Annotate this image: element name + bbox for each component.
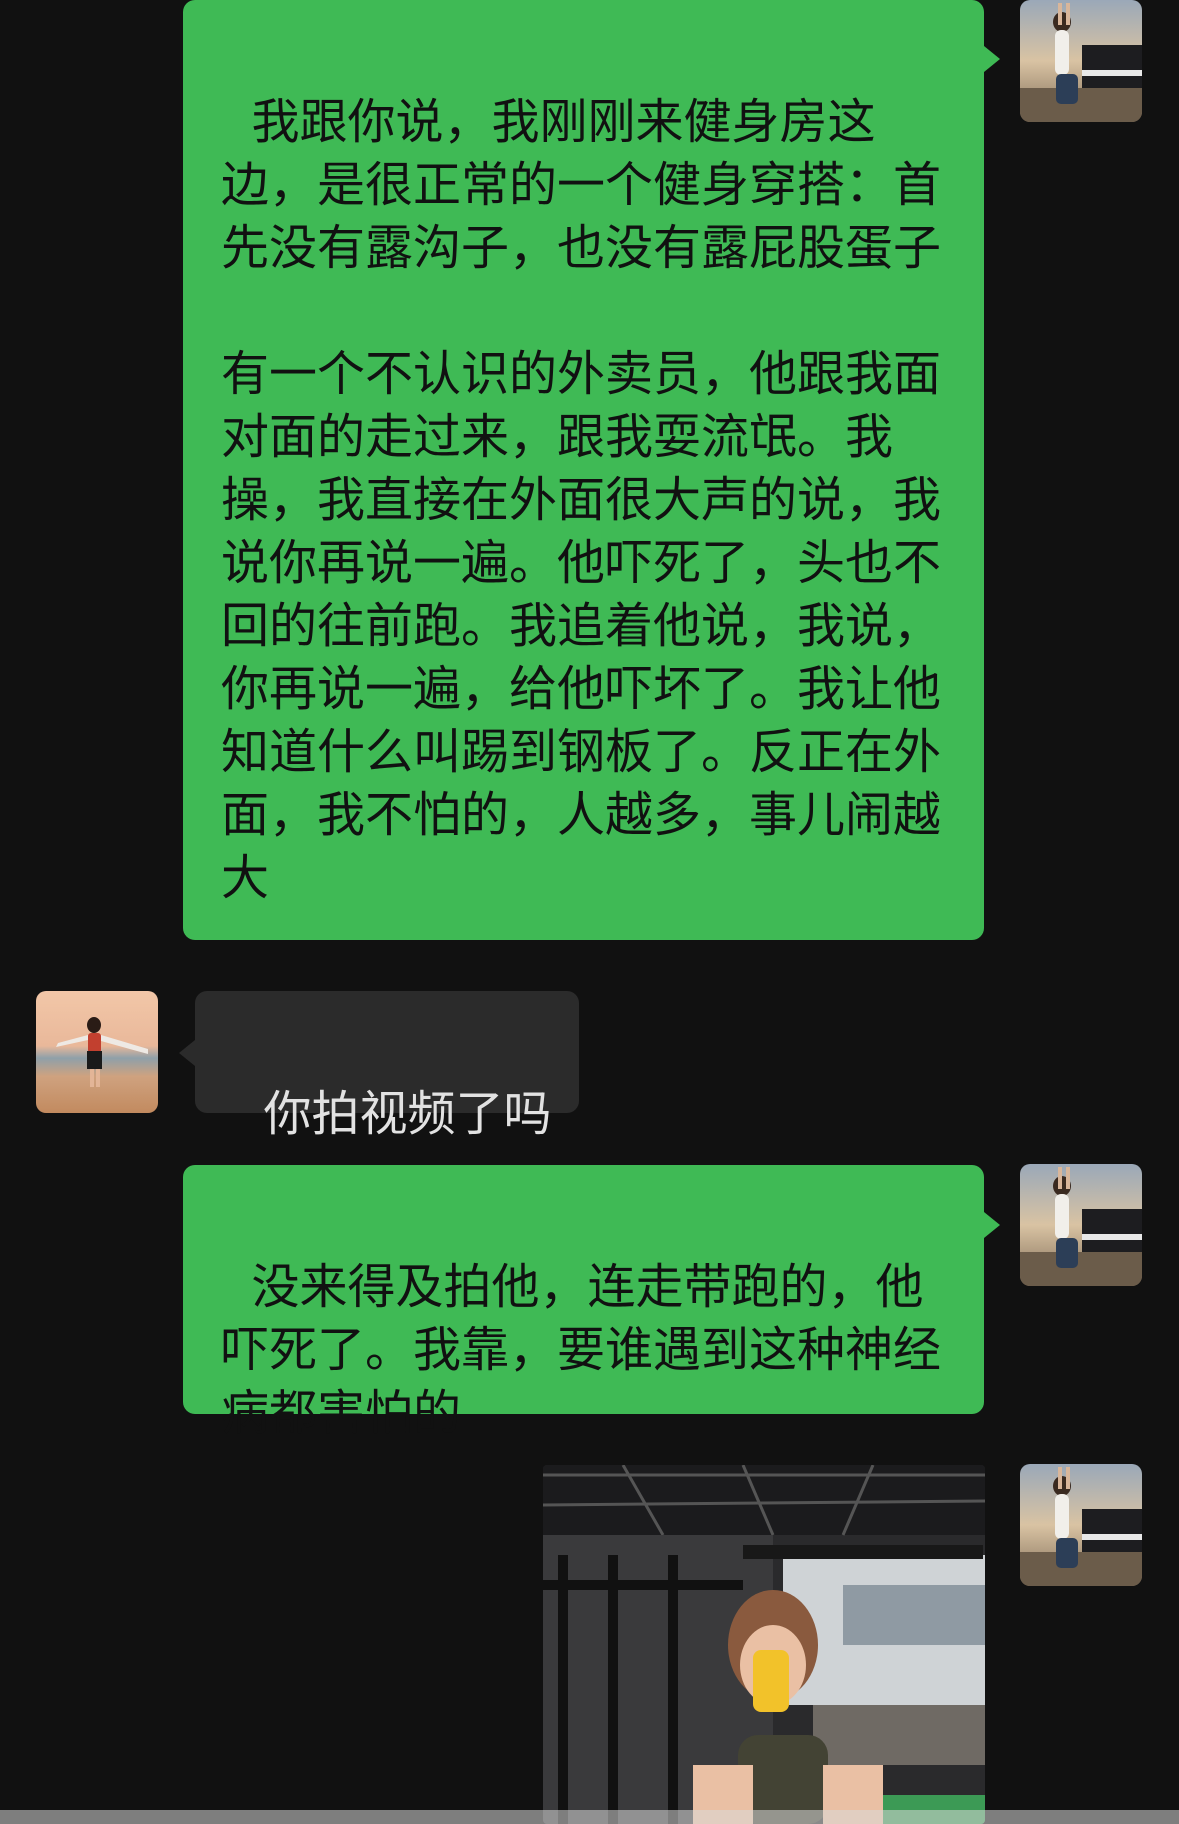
self-avatar[interactable] [1020, 0, 1142, 122]
message-text: 我跟你说，我刚刚来健身房这边，是很正常的一个健身穿搭：首先没有露沟子，也没有露屁… [221, 94, 942, 906]
self-avatar[interactable] [1020, 1464, 1142, 1586]
outgoing-message-bubble[interactable]: 没来得及拍他，连走带跑的，他吓死了。我靠，要谁遇到这种神经病都害怕的 [183, 1165, 984, 1441]
gym-selfie-image-message[interactable] [543, 1465, 985, 1824]
bubble-tail [984, 46, 1000, 72]
bottom-edge-strip [0, 1810, 1179, 1824]
self-avatar[interactable] [1020, 1164, 1142, 1286]
outgoing-message-bubble[interactable]: 我跟你说，我刚刚来健身房这边，是很正常的一个健身穿搭：首先没有露沟子，也没有露屁… [183, 0, 984, 940]
incoming-message-bubble[interactable]: 你拍视频了吗 [195, 991, 579, 1142]
friend-avatar-image [36, 991, 158, 1113]
bubble-tail [984, 1212, 1000, 1238]
self-avatar-image [1020, 0, 1142, 122]
self-avatar-image [1020, 1164, 1142, 1286]
bubble-tail [179, 1040, 195, 1066]
self-avatar-image [1020, 1464, 1142, 1586]
message-text: 你拍视频了吗 [263, 1086, 552, 1142]
friend-avatar[interactable] [36, 991, 158, 1113]
gym-mirror-selfie-photo [543, 1465, 985, 1824]
message-text: 没来得及拍他，连走带跑的，他吓死了。我靠，要谁遇到这种神经病都害怕的 [221, 1259, 942, 1441]
